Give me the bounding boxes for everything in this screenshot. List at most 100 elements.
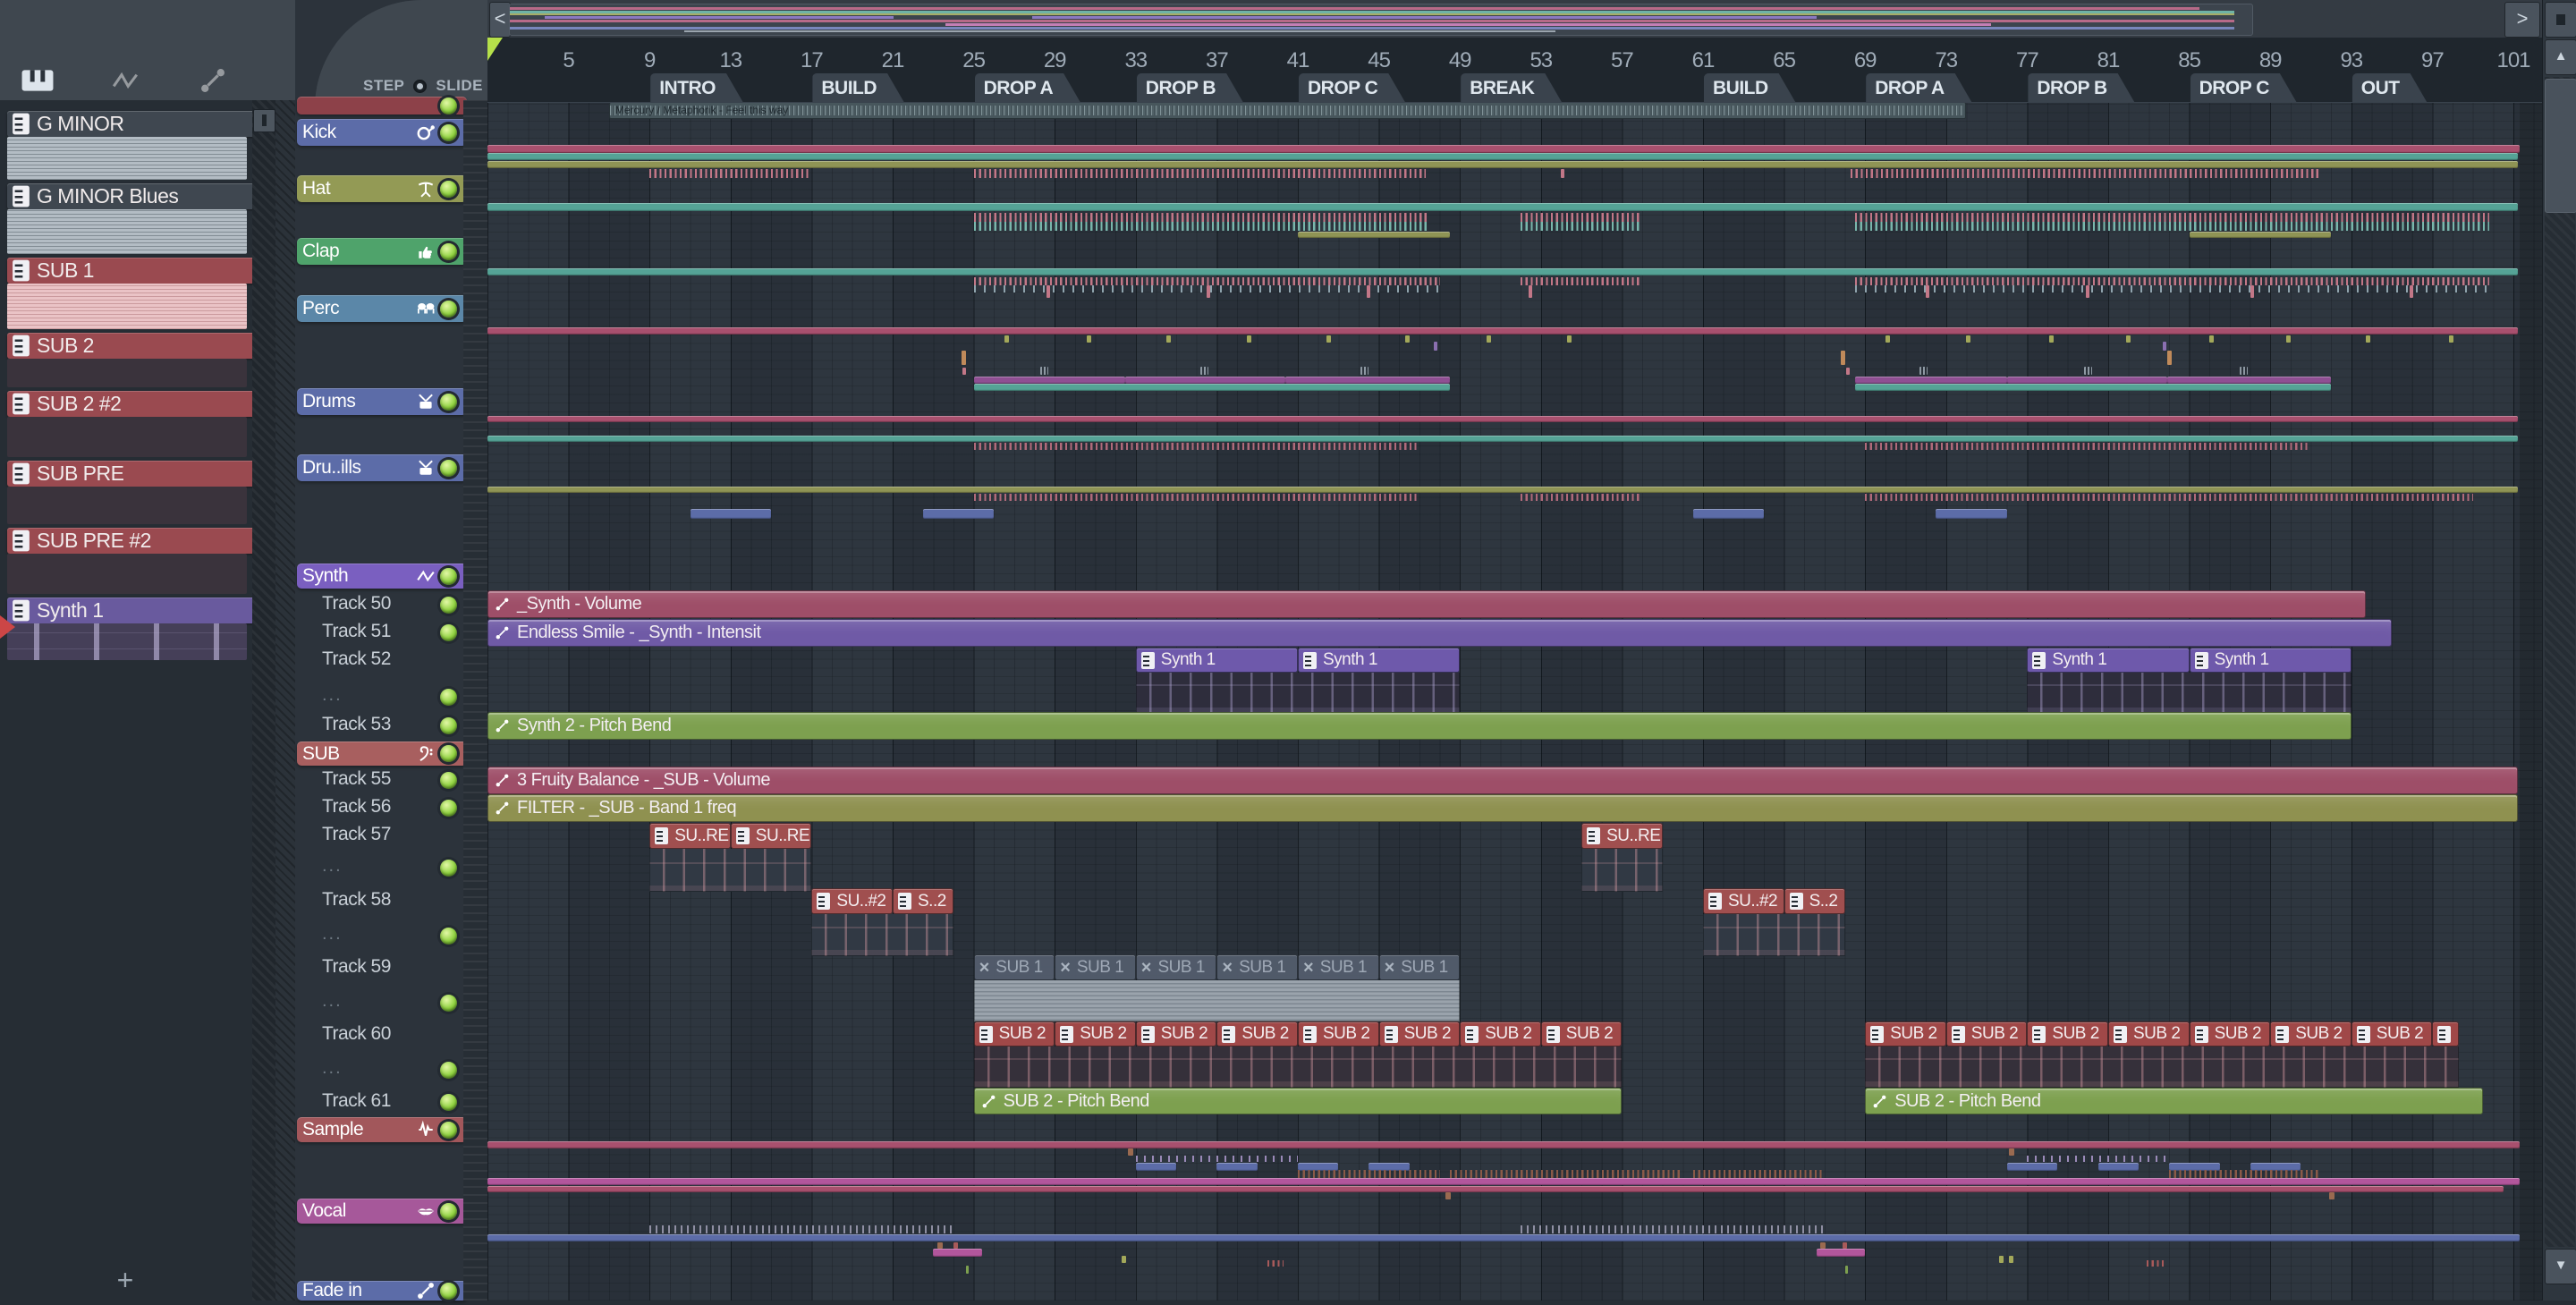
muted-pattern-clip[interactable]: × SUB 1 — [1298, 954, 1379, 980]
note-tick[interactable] — [2240, 367, 2249, 375]
audio-clip[interactable]: Mercury / Metaphorik - Feel this way — [608, 102, 1967, 119]
note-tick[interactable] — [1567, 335, 1572, 343]
note-tick[interactable] — [1966, 335, 1971, 343]
pattern-item[interactable]: Synth 1 — [7, 597, 259, 623]
muted-pattern-clip[interactable]: × SUB 1 — [1378, 954, 1461, 980]
mute-led[interactable] — [440, 994, 457, 1012]
mute-led[interactable] — [440, 567, 457, 585]
pattern-clip-body[interactable] — [1581, 849, 1663, 892]
pattern-clip[interactable]: Synth 1 — [2027, 648, 2190, 673]
track-label[interactable]: ... — [322, 924, 343, 945]
mute-led[interactable] — [440, 123, 457, 141]
scroll-down-button[interactable]: ▼ — [2545, 1249, 2576, 1284]
pattern-preview[interactable] — [7, 359, 247, 387]
track-label[interactable]: ... — [322, 856, 343, 877]
pattern-clip[interactable]: SU..#2 — [811, 888, 893, 914]
note-tick[interactable] — [1445, 1192, 1452, 1199]
track-label[interactable]: ... — [322, 991, 343, 1012]
note-tick[interactable] — [1367, 285, 1370, 298]
pattern-item[interactable]: SUB 1 — [7, 258, 259, 284]
pattern-preview[interactable] — [7, 284, 247, 329]
note-tick[interactable] — [2365, 335, 2370, 343]
note-tick[interactable] — [2209, 335, 2215, 343]
clip-strip[interactable] — [1285, 377, 1450, 384]
track-label-track-56[interactable]: Track 56 — [322, 796, 391, 818]
note-tick[interactable] — [2250, 285, 2254, 298]
timeline-marker-drop-b[interactable]: DROP B — [2028, 73, 2137, 103]
pattern-clip[interactable]: Synth 1 — [1135, 648, 1298, 673]
track-label-track-59[interactable]: Track 59 — [322, 956, 391, 978]
note-tick[interactable] — [1561, 169, 1565, 178]
note-band[interactable] — [973, 443, 1419, 450]
note-tick[interactable] — [1200, 367, 1209, 375]
pattern-clip[interactable]: SUB 2 — [2351, 1021, 2433, 1047]
pattern-clip-body[interactable] — [1703, 914, 1845, 956]
pattern-clip[interactable]: SUB 2 — [2189, 1021, 2271, 1047]
timeline-marker-intro[interactable]: INTRO — [650, 73, 746, 103]
clip-strip[interactable] — [487, 145, 2520, 153]
pattern-clip-body[interactable] — [649, 849, 812, 892]
pattern-clip[interactable]: SUB 2 — [1460, 1021, 1541, 1047]
pattern-clip-body[interactable] — [973, 1047, 1623, 1088]
note-tick[interactable] — [1926, 285, 1930, 298]
note-band[interactable] — [2147, 1260, 2165, 1267]
pattern-preview[interactable] — [7, 209, 247, 254]
track-label-track-52[interactable]: Track 52 — [322, 648, 391, 670]
pattern-clip[interactable]: SUB 2 — [2270, 1021, 2351, 1047]
note-tick[interactable] — [2163, 342, 2167, 351]
clip-strip[interactable] — [487, 268, 2518, 275]
playlist-grid[interactable]: Mercury / Metaphorik - Feel this way _Syn… — [487, 0, 2542, 1301]
pattern-item[interactable]: SUB 2 — [7, 333, 259, 359]
track-label[interactable]: ... — [322, 685, 343, 706]
clip-strip[interactable] — [487, 161, 2518, 168]
picker-scrollbar-button[interactable] — [253, 109, 275, 132]
clip-strip[interactable] — [1298, 232, 1450, 238]
note-band[interactable] — [973, 169, 1426, 178]
note-tick[interactable] — [1843, 1242, 1848, 1249]
track-label-track-58[interactable]: Track 58 — [322, 889, 391, 911]
note-band[interactable] — [1521, 494, 1643, 501]
mute-led[interactable] — [440, 1282, 457, 1300]
pattern-clip[interactable]: SU..RE — [1581, 823, 1663, 849]
piano-icon[interactable] — [20, 66, 55, 95]
muted-pattern-clip[interactable]: × SUB 1 — [973, 954, 1055, 980]
note-tick[interactable] — [2126, 335, 2131, 343]
pattern-clip[interactable]: SUB 2 — [1298, 1021, 1379, 1047]
pattern-preview[interactable] — [7, 554, 247, 594]
clip-strip[interactable] — [487, 1178, 2520, 1185]
clip-strip[interactable] — [487, 1141, 2520, 1148]
note-tick[interactable] — [1127, 1148, 1133, 1156]
mute-led[interactable] — [440, 242, 457, 260]
scrollbar-options-button[interactable] — [2545, 2, 2576, 38]
note-tick[interactable] — [2286, 335, 2292, 343]
picker-scrollbar[interactable] — [252, 100, 275, 1301]
pattern-clip[interactable]: S..2 — [893, 888, 953, 914]
note-band[interactable] — [1521, 222, 1643, 231]
note-tick[interactable] — [1885, 335, 1890, 343]
track-label-track-55[interactable]: Track 55 — [322, 768, 391, 790]
note-tick[interactable] — [1486, 335, 1491, 343]
timeline-marker-out[interactable]: OUT — [2352, 73, 2430, 103]
note-tick[interactable] — [1433, 342, 1437, 351]
note-tick[interactable] — [1845, 368, 1850, 375]
note-tick[interactable] — [1405, 335, 1411, 343]
mute-led[interactable] — [440, 859, 457, 877]
pattern-clip-body[interactable] — [1135, 673, 1461, 714]
pattern-clip[interactable]: SUB 2 — [1055, 1021, 1136, 1047]
clip-strip[interactable] — [487, 1186, 2504, 1192]
note-tick[interactable] — [936, 1242, 943, 1249]
clip-strip[interactable] — [973, 377, 1126, 384]
pattern-clip[interactable]: S..2 — [1784, 888, 1845, 914]
note-band[interactable] — [1521, 1225, 1825, 1233]
clip-strip[interactable] — [2189, 232, 2332, 238]
note-tick[interactable] — [965, 1266, 969, 1274]
mute-led[interactable] — [440, 97, 457, 114]
note-tick[interactable] — [962, 368, 967, 375]
timeline-marker-break[interactable]: BREAK — [1461, 73, 1564, 103]
note-tick[interactable] — [1247, 335, 1252, 343]
note-tick[interactable] — [1919, 367, 1928, 375]
note-tick[interactable] — [2009, 1256, 2013, 1263]
pattern-item[interactable]: SUB PRE — [7, 461, 259, 487]
clip-strip[interactable] — [487, 203, 2518, 211]
track-label[interactable]: ... — [322, 1058, 343, 1079]
